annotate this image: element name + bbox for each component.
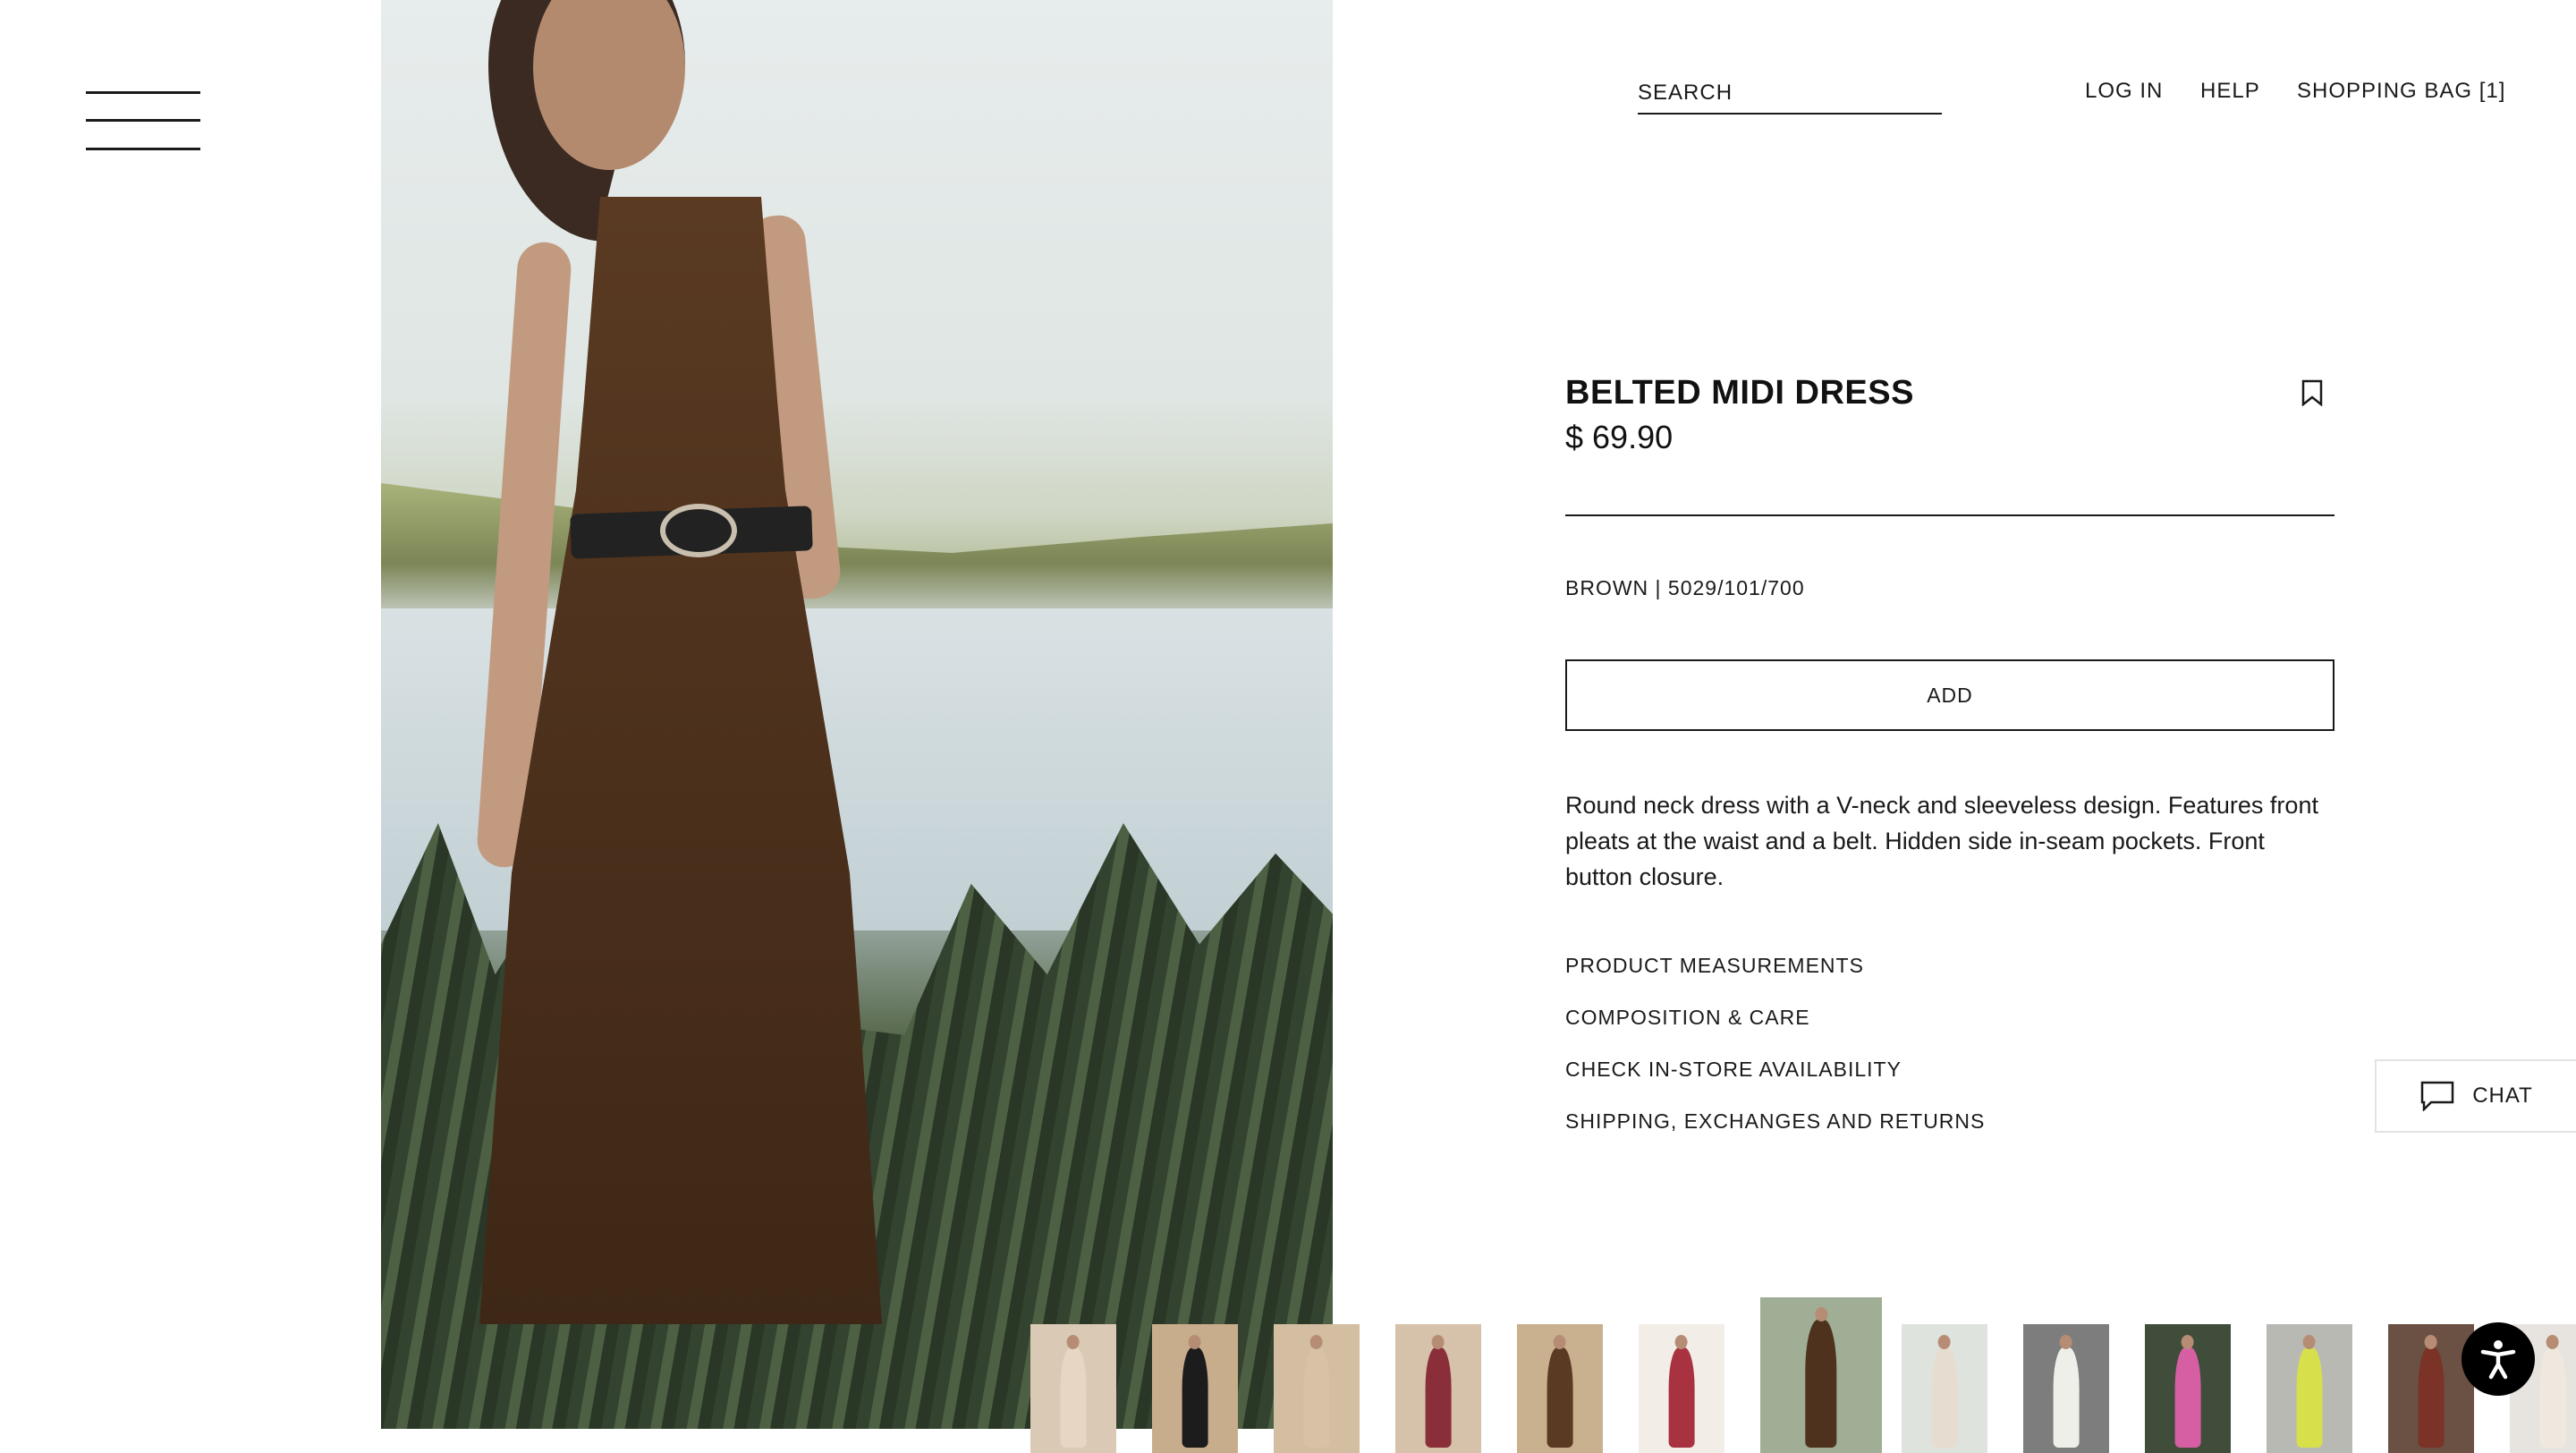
menu-line [86,91,200,94]
thumbnail-image[interactable] [1760,1297,1882,1453]
thumbnail-garment [1182,1334,1208,1448]
chat-button[interactable]: CHAT [2375,1059,2576,1133]
accessibility-icon [2480,1340,2516,1380]
thumbnail-garment [1060,1334,1087,1448]
thumbnail-image[interactable] [1517,1324,1603,1453]
product-description: Round neck dress with a V-neck and sleev… [1565,792,2318,890]
thumbnail-garment [2296,1334,2323,1448]
thumbnail-image[interactable] [2023,1324,2109,1453]
thumbnail-garment [1668,1334,1695,1448]
thumbnail-image[interactable] [2145,1324,2231,1453]
product-hero-image [381,0,1333,1429]
bookmark-icon[interactable] [2301,379,2323,407]
shipping-returns-link[interactable]: SHIPPING, EXCHANGES AND RETURNS [1565,1109,1985,1161]
add-to-bag-button[interactable]: ADD [1565,659,2334,731]
thumbnail-image[interactable] [2267,1324,2352,1453]
image-belt-buckle [660,504,737,557]
composition-care-link[interactable]: COMPOSITION & CARE [1565,1006,1985,1058]
thumbnail-garment [1546,1334,1573,1448]
thumbnail-garment [2053,1334,2080,1448]
thumbnail-image[interactable] [1274,1324,1360,1453]
thumbnail-garment [1303,1334,1330,1448]
store-availability-link[interactable]: CHECK IN-STORE AVAILABILITY [1565,1058,1985,1109]
thumbnail-garment [1931,1334,1958,1448]
chat-label: CHAT [2472,1083,2533,1108]
hamburger-menu-icon[interactable] [86,91,200,152]
search-field[interactable] [1638,73,1942,115]
product-price: $ 69.90 [1565,419,1674,455]
accessibility-button[interactable] [2462,1322,2535,1396]
thumbnail-image[interactable] [1030,1324,1116,1453]
product-measurements-link[interactable]: PRODUCT MEASUREMENTS [1565,954,1985,1006]
menu-line [86,148,200,150]
chat-bubble-icon [2420,1081,2454,1111]
search-input[interactable] [1638,73,1942,113]
product-title: BELTED MIDI DRESS [1565,374,1914,412]
thumbnail-garment [1425,1334,1452,1448]
bookmark-icon-svg [2301,379,2323,407]
thumbnail-garment [2174,1334,2201,1448]
thumbnail-image[interactable] [1152,1324,1238,1453]
help-link[interactable]: HELP [2200,79,2260,104]
divider [1565,514,2334,516]
thumbnail-garment [2418,1334,2445,1448]
login-link[interactable]: LOG IN [2085,79,2163,104]
thumbnail-image[interactable] [1639,1324,1724,1453]
thumbnail-image[interactable] [1395,1324,1481,1453]
shopping-bag-link[interactable]: SHOPPING BAG [1] [2297,79,2505,104]
thumbnail-image[interactable] [1902,1324,1987,1453]
thumbnail-garment [2539,1334,2566,1448]
product-info-links: PRODUCT MEASUREMENTS COMPOSITION & CARE … [1565,954,1985,1161]
menu-line [86,119,200,122]
thumbnail-garment [1805,1307,1837,1448]
thumbnail-image[interactable] [2388,1324,2474,1453]
product-color-reference: BROWN | 5029/101/700 [1565,576,1805,599]
thumbnail-strip [1030,1297,2576,1453]
